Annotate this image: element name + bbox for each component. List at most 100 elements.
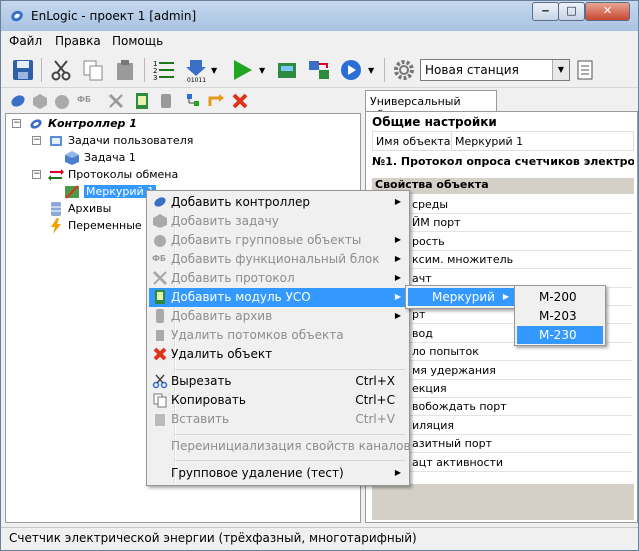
- object-name-field[interactable]: Меркурий 1: [451, 132, 633, 150]
- delete-icon: [153, 347, 167, 361]
- tree-label-variables: Переменные: [68, 219, 142, 232]
- controller-load-icon[interactable]: [275, 58, 299, 82]
- property-name: екция: [412, 382, 447, 395]
- save-icon[interactable]: [11, 58, 35, 82]
- submenu-mercury-models: M-200 M-203 M-230: [514, 285, 606, 346]
- menu-label: M-200: [539, 290, 577, 304]
- menu-cut[interactable]: Вырезать Ctrl+X: [149, 372, 407, 391]
- property-name: рт: [412, 308, 426, 322]
- menu-add-controller[interactable]: Добавить контроллер ▶: [149, 193, 407, 212]
- submenu-item-m200[interactable]: M-200: [517, 288, 603, 306]
- property-row[interactable]: екция: [372, 380, 632, 398]
- menu-delete-children: Удалить потомков объекта: [149, 326, 407, 345]
- numbered-list-icon[interactable]: 123: [152, 58, 176, 82]
- controller-icon: [154, 197, 166, 207]
- property-name: ачт: [412, 271, 432, 285]
- collapse-icon[interactable]: −: [12, 119, 21, 128]
- tree-expand-icon[interactable]: [185, 92, 203, 110]
- property-row[interactable]: азитный порт: [372, 435, 632, 454]
- menu-add-protocol: Добавить протокол ▶: [149, 269, 407, 288]
- gear-icon[interactable]: [392, 58, 416, 82]
- properties-header: Свойства объекта: [372, 178, 634, 194]
- run-icon[interactable]: [230, 58, 254, 82]
- main-window: EnLogic - проект 1 [admin] ‒ □ ✕ Файл Пр…: [0, 0, 639, 551]
- group-objects-icon: [154, 235, 166, 247]
- chevron-down-icon[interactable]: ▼: [552, 60, 569, 80]
- uso-module-icon[interactable]: [133, 92, 151, 110]
- menu-help[interactable]: Помощь: [112, 34, 163, 48]
- submenu-uso: Меркурий ▶: [405, 285, 517, 309]
- station-select[interactable]: Новая станция ▼: [420, 59, 570, 81]
- property-row[interactable]: среды: [372, 196, 632, 214]
- paste-icon: [155, 414, 165, 426]
- property-row[interactable]: иляция: [372, 417, 632, 435]
- menu-label: Копировать: [171, 393, 246, 407]
- submenu-arrow-icon: ▶: [394, 273, 401, 282]
- submenu-arrow-icon: ▶: [394, 468, 401, 477]
- property-row[interactable]: вобождать порт: [372, 398, 632, 417]
- property-name: среды: [412, 198, 449, 211]
- document-list-icon[interactable]: [576, 58, 594, 82]
- maximize-button[interactable]: □: [558, 2, 585, 21]
- menu-copy[interactable]: Копировать Ctrl+C: [149, 391, 407, 410]
- object-tabs: Универсальный объект: [365, 90, 638, 121]
- submenu-item-m230[interactable]: M-230: [517, 326, 603, 344]
- tree-label-task1: Задача 1: [84, 151, 136, 164]
- property-row[interactable]: ЙМ порт: [372, 214, 632, 233]
- menu-delete-object[interactable]: Удалить объект: [149, 345, 407, 364]
- protocol-icon: [108, 93, 124, 109]
- menu-shortcut: Ctrl+X: [355, 374, 395, 388]
- copy-icon[interactable]: [81, 58, 105, 82]
- svg-text:01011: 01011: [187, 77, 206, 82]
- menu-edit[interactable]: Правка: [55, 34, 101, 48]
- property-row[interactable]: ацт активности: [372, 454, 632, 472]
- cut-icon: [152, 374, 168, 389]
- download-binary-icon[interactable]: 01011: [184, 58, 208, 82]
- submenu-item-m203[interactable]: M-203: [517, 307, 603, 325]
- tab-universal-object[interactable]: Универсальный объект: [365, 90, 497, 121]
- delete-icon[interactable]: [231, 92, 249, 110]
- property-row[interactable]: ксим. множитель: [372, 251, 632, 270]
- dropdown-arrow-icon[interactable]: ▼: [368, 66, 374, 75]
- menu-label: Удалить потомков объекта: [171, 328, 344, 342]
- property-name: ксим. множитель: [412, 253, 514, 267]
- minimize-button[interactable]: ‒: [532, 2, 559, 21]
- network-sync-icon[interactable]: [307, 58, 331, 82]
- menu-add-uso-module[interactable]: Добавить модуль УСО ▶: [149, 288, 407, 307]
- menu-label: Добавить задачу: [171, 214, 279, 228]
- menu-shortcut: Ctrl+C: [355, 393, 395, 407]
- controller-icon[interactable]: [9, 92, 27, 110]
- paste-icon[interactable]: [113, 58, 137, 82]
- dropdown-arrow-icon[interactable]: ▼: [211, 66, 217, 75]
- property-row[interactable]: рость: [372, 233, 632, 251]
- cut-icon[interactable]: [49, 58, 73, 82]
- collapse-icon[interactable]: −: [32, 170, 41, 179]
- close-button[interactable]: ✕: [585, 2, 630, 21]
- menu-label: M-203: [539, 309, 577, 323]
- property-name: иляция: [412, 418, 455, 432]
- move-branch-icon[interactable]: [207, 92, 225, 110]
- property-name: рость: [412, 234, 445, 248]
- protocol-icon: [152, 270, 168, 286]
- menu-label: Групповое удаление (тест): [171, 466, 344, 480]
- property-name: вобождать порт: [412, 400, 507, 414]
- archive-icon: [156, 309, 164, 323]
- menu-separator: [175, 369, 405, 370]
- cube-icon: [153, 214, 167, 228]
- menu-label: Вырезать: [171, 374, 232, 388]
- submenu-arrow-icon: ▶: [394, 235, 401, 244]
- tasks-icon: [50, 136, 62, 146]
- status-bar: Счетчик электрической энергии (трёхфазны…: [1, 527, 638, 550]
- collapse-icon[interactable]: −: [32, 136, 41, 145]
- menu-group-delete[interactable]: Групповое удаление (тест) ▶: [149, 464, 407, 483]
- submenu-arrow-icon: ▶: [502, 292, 509, 301]
- submenu-arrow-icon: ▶: [394, 197, 401, 206]
- media-play-icon[interactable]: [339, 58, 363, 82]
- properties-description-area: [372, 484, 634, 520]
- protocol-title: №1. Протокол опроса счетчиков электроэ: [372, 155, 634, 168]
- window-title: EnLogic - проект 1 [admin]: [31, 9, 197, 23]
- property-row[interactable]: мя удержания: [372, 362, 632, 380]
- menu-file[interactable]: Файл: [9, 34, 42, 48]
- dropdown-arrow-icon[interactable]: ▼: [259, 66, 265, 75]
- submenu-item-mercury[interactable]: Меркурий ▶: [408, 288, 514, 306]
